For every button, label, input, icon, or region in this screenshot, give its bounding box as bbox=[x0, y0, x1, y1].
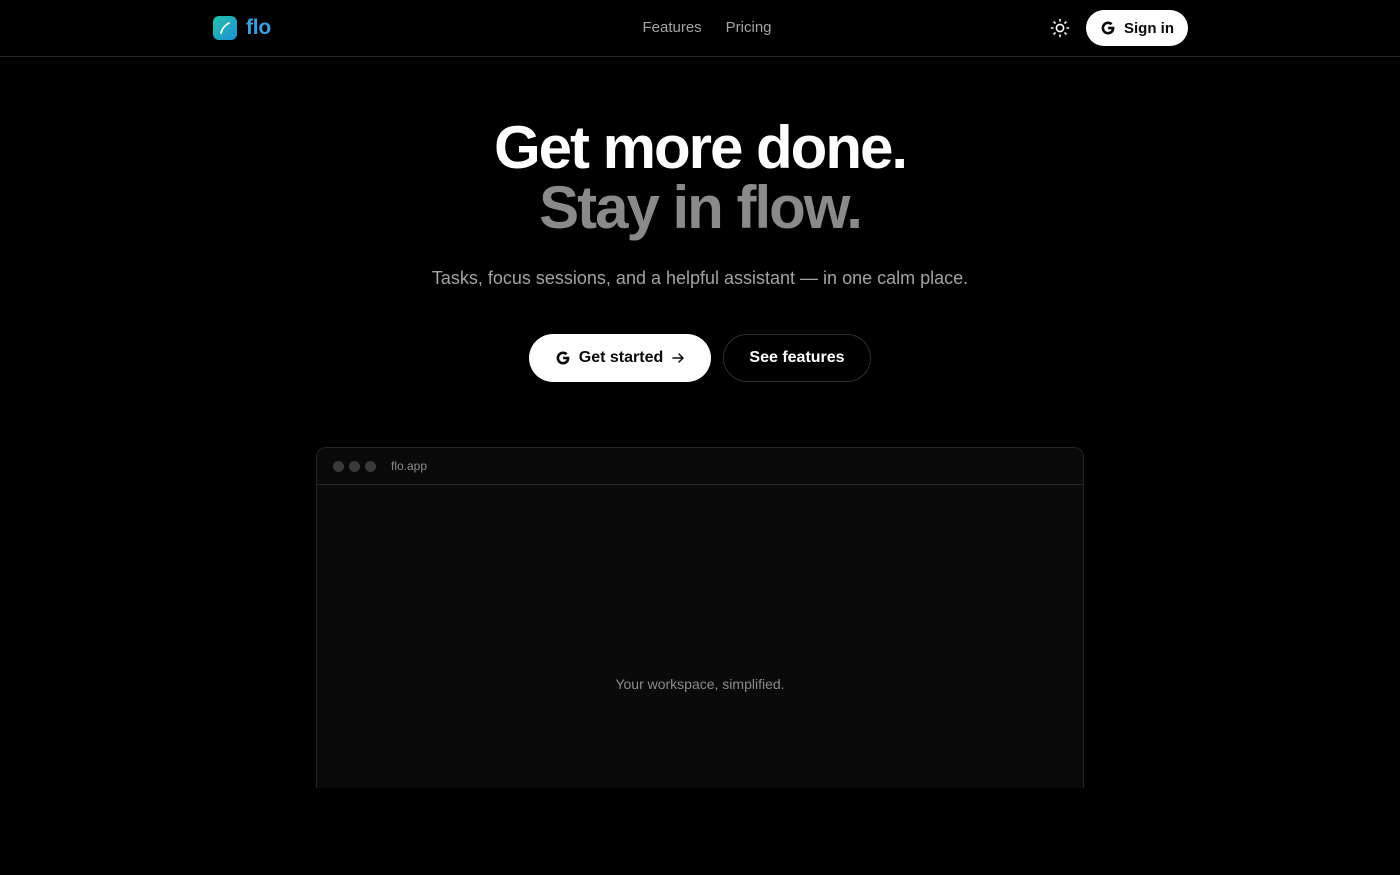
hero-subtitle: Tasks, focus sessions, and a helpful ass… bbox=[431, 268, 969, 288]
sun-icon bbox=[1050, 18, 1070, 38]
hero-headline: Get more done. Stay in flow. bbox=[0, 118, 1400, 238]
get-started-label: Get started bbox=[578, 349, 664, 366]
preview-body bbox=[317, 486, 1083, 788]
window-dot-maximize bbox=[365, 460, 376, 472]
nav-link-features[interactable]: Features bbox=[642, 18, 701, 38]
cta-row: Get started See features bbox=[0, 334, 1400, 382]
sign-in-label: Sign in bbox=[1124, 19, 1174, 37]
nav-link-pricing[interactable]: Pricing bbox=[726, 18, 772, 38]
headline-line-1: Get more done. bbox=[493, 114, 908, 181]
see-features-button[interactable]: See features bbox=[723, 334, 871, 382]
google-icon bbox=[1101, 21, 1115, 35]
window-dot-minimize bbox=[349, 460, 360, 472]
preview-title-bar: flo.app bbox=[317, 448, 1083, 485]
app-preview-window: flo.app Your workspace, simplified. bbox=[316, 447, 1084, 788]
hero-section: Get more done. Stay in flow. Tasks, focu… bbox=[0, 118, 1400, 292]
get-started-button[interactable]: Get started bbox=[529, 334, 711, 382]
headline-line-2: Stay in flow. bbox=[539, 174, 863, 241]
preview-url: flo.app bbox=[391, 459, 428, 473]
window-dot-close bbox=[333, 460, 344, 472]
google-icon bbox=[556, 351, 570, 365]
arrow-right-icon bbox=[672, 353, 684, 363]
preview-caption: Your workspace, simplified. bbox=[615, 676, 785, 692]
main-nav: Features Pricing bbox=[0, 18, 1400, 38]
theme-toggle-button[interactable] bbox=[1048, 16, 1072, 40]
sign-in-button[interactable]: Sign in bbox=[1086, 10, 1188, 46]
site-header: flo Features Pricing Sign in bbox=[0, 0, 1400, 57]
